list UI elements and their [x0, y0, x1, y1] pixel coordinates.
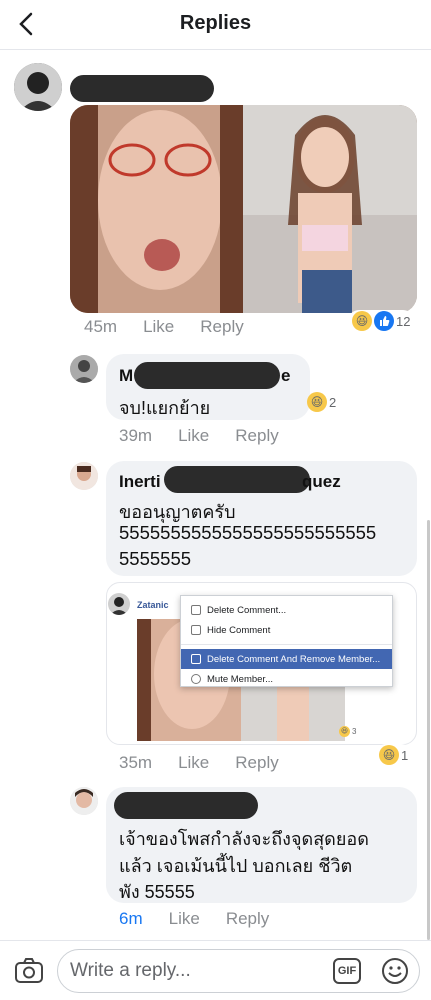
reaction-count: 2: [329, 394, 337, 410]
post-timestamp: 45m: [84, 317, 118, 336]
redacted-name: [114, 792, 258, 819]
post-actions: 45m Like Reply: [84, 317, 244, 337]
avatar: [108, 593, 130, 615]
comment-text-line: พัง 55555: [119, 882, 195, 902]
comment-author-start[interactable]: Inerti: [119, 472, 161, 492]
avatar[interactable]: [14, 63, 62, 111]
menu-item-delete-and-remove-member[interactable]: Delete Comment And Remove Member...: [181, 649, 392, 669]
hide-icon: [191, 625, 201, 635]
menu-item-mute-member[interactable]: Mute Member...: [181, 669, 392, 689]
menu-divider: [181, 644, 392, 645]
comment-timestamp: 35m: [119, 753, 153, 772]
comment-text: จบ!แยกย้าย: [119, 398, 211, 418]
comment-text-line: เจ้าของโพสกำลังจะถึงจุดสุดยอด: [119, 829, 369, 849]
avatar[interactable]: [70, 355, 98, 383]
reaction-summary[interactable]: 😆 2: [303, 391, 340, 413]
haha-reaction-icon: 😆: [339, 726, 350, 737]
comment-actions: 39m Like Reply: [119, 426, 279, 446]
reaction-summary[interactable]: 😆 12: [348, 310, 415, 332]
comment-text-line: แล้ว เจอเม้นนี้ไป บอกเลย ชีวิต: [119, 856, 353, 876]
like-button[interactable]: Like: [178, 426, 209, 446]
gif-button[interactable]: GIF: [333, 958, 361, 984]
camera-icon: [15, 958, 43, 983]
reply-placeholder: Write a reply...: [70, 960, 191, 981]
reply-composer: Write a reply... GIF: [0, 940, 431, 1000]
reply-button[interactable]: Reply: [200, 317, 243, 337]
comment-text-line: 5555555: [119, 548, 192, 569]
attached-screenshot[interactable]: Zatanic 😆 3 Delete Comment... Hide Comme…: [106, 582, 417, 745]
camera-button[interactable]: [14, 957, 44, 985]
mute-icon: [191, 674, 201, 684]
reply-button[interactable]: Reply: [226, 909, 269, 929]
smiley-icon: [382, 958, 408, 984]
reaction-summary[interactable]: 😆 1: [375, 744, 413, 766]
menu-item-delete-comment[interactable]: Delete Comment...: [181, 600, 392, 620]
embedded-author: Zatanic: [137, 600, 169, 610]
page-title: Replies: [179, 12, 252, 34]
top-bar: Replies: [0, 0, 431, 50]
like-button[interactable]: Like: [169, 909, 200, 929]
comment-actions: 35m Like Reply: [119, 753, 279, 773]
comment-timestamp: 39m: [119, 426, 153, 445]
haha-reaction-icon: 😆: [307, 392, 327, 412]
context-menu: Delete Comment... Hide Comment Delete Co…: [180, 595, 393, 687]
close-icon: [191, 654, 201, 664]
menu-item-hide-comment[interactable]: Hide Comment: [181, 620, 392, 640]
avatar[interactable]: [70, 462, 98, 490]
redacted-name: [70, 75, 214, 102]
reply-button[interactable]: Reply: [235, 753, 278, 773]
reply-input[interactable]: Write a reply...: [57, 949, 420, 993]
reaction-summary: 😆 3: [339, 726, 356, 737]
reaction-count: 12: [396, 313, 411, 329]
haha-reaction-icon: 😆: [352, 311, 372, 331]
like-button[interactable]: Like: [143, 317, 174, 337]
redacted-name: [134, 362, 280, 389]
post-photo[interactable]: [70, 105, 417, 313]
comment-actions: 6m Like Reply: [119, 909, 269, 929]
comment-author-start[interactable]: M: [119, 366, 133, 386]
comment-text-line: 5555555555555555555555555: [119, 522, 377, 543]
avatar[interactable]: [70, 787, 98, 815]
haha-reaction-icon: 😆: [379, 745, 399, 765]
like-reaction-icon: [374, 311, 394, 331]
trash-icon: [191, 605, 201, 615]
redacted-name: [164, 466, 310, 493]
gif-label: GIF: [337, 965, 357, 977]
comment-author-end[interactable]: e: [281, 366, 290, 386]
reaction-count: 1: [401, 747, 409, 763]
comment-timestamp: 6m: [119, 909, 143, 928]
scrollbar[interactable]: [427, 520, 430, 940]
reaction-count: 3: [352, 727, 357, 736]
like-button[interactable]: Like: [178, 753, 209, 773]
emoji-button[interactable]: [381, 957, 409, 985]
reply-button[interactable]: Reply: [235, 426, 278, 446]
comment-author-end[interactable]: quez: [302, 472, 341, 492]
